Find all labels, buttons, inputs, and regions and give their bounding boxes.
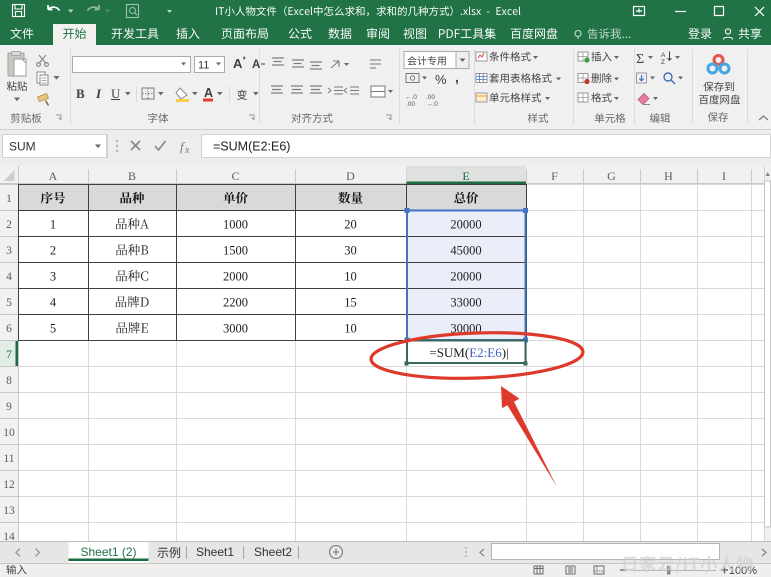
svg-text:11: 11 <box>198 60 209 72</box>
svg-text:=SUM(E2:E6)|: =SUM(E2:E6)| <box>429 345 508 360</box>
svg-text:,: , <box>455 69 459 85</box>
svg-text:20000: 20000 <box>450 270 481 284</box>
svg-text:B: B <box>128 169 136 183</box>
svg-text:5: 5 <box>50 322 56 336</box>
svg-text:45000: 45000 <box>450 244 481 258</box>
svg-text:5: 5 <box>6 297 12 309</box>
svg-text:=SUM(E2:E6): =SUM(E2:E6) <box>213 140 290 154</box>
svg-text:15: 15 <box>344 296 357 310</box>
svg-text:A: A <box>252 59 260 71</box>
svg-text:2: 2 <box>6 219 12 231</box>
svg-text:%: % <box>435 72 447 87</box>
svg-text:4: 4 <box>50 296 57 310</box>
svg-text:A: A <box>204 86 213 100</box>
svg-text:10: 10 <box>3 427 15 439</box>
svg-text:1: 1 <box>6 193 12 205</box>
svg-text:Sheet1 (2): Sheet1 (2) <box>80 545 136 559</box>
svg-text:12: 12 <box>3 479 15 491</box>
svg-text:A: A <box>233 56 243 71</box>
svg-text:I: I <box>722 169 726 183</box>
svg-text:Σ: Σ <box>636 52 644 67</box>
svg-text:G: G <box>607 169 616 183</box>
svg-text:20000: 20000 <box>450 218 481 232</box>
svg-text:3: 3 <box>50 270 56 284</box>
svg-text:1500: 1500 <box>223 244 248 258</box>
svg-text:x: x <box>184 145 190 156</box>
svg-text:10: 10 <box>344 322 357 336</box>
svg-text:C: C <box>231 169 239 183</box>
svg-text:20: 20 <box>344 218 357 232</box>
svg-text:←.0: ←.0 <box>405 94 417 101</box>
svg-text:A: A <box>49 169 58 183</box>
svg-text:6: 6 <box>6 323 12 335</box>
svg-text:10: 10 <box>344 270 357 284</box>
svg-text:D: D <box>346 169 355 183</box>
svg-text:Sheet1: Sheet1 <box>196 545 234 559</box>
svg-text:.00: .00 <box>406 101 415 108</box>
svg-text:4: 4 <box>6 271 12 283</box>
svg-text:A: A <box>661 52 666 59</box>
svg-text:2000: 2000 <box>223 270 248 284</box>
svg-text:3000: 3000 <box>223 322 248 336</box>
svg-text:1: 1 <box>50 218 56 232</box>
svg-text:13: 13 <box>3 505 15 517</box>
svg-text:2200: 2200 <box>223 296 248 310</box>
svg-text:SUM: SUM <box>9 140 36 154</box>
svg-text:I: I <box>95 86 102 101</box>
svg-text:Z: Z <box>661 59 665 66</box>
svg-text:11: 11 <box>3 453 14 465</box>
svg-text:7: 7 <box>6 349 12 361</box>
svg-text:F: F <box>551 169 558 183</box>
svg-text:B: B <box>76 86 85 101</box>
svg-text:.00: .00 <box>426 94 435 101</box>
svg-text:E: E <box>462 169 469 183</box>
svg-text:3: 3 <box>6 245 12 257</box>
svg-text:8: 8 <box>6 375 12 387</box>
svg-text:33000: 33000 <box>450 296 481 310</box>
svg-text:→.0: →.0 <box>426 101 438 108</box>
svg-text:2: 2 <box>50 244 56 258</box>
svg-text:30: 30 <box>344 244 357 258</box>
svg-text:H: H <box>664 169 673 183</box>
svg-text:9: 9 <box>6 401 12 413</box>
svg-text:1000: 1000 <box>223 218 248 232</box>
svg-text:Sheet2: Sheet2 <box>254 545 292 559</box>
svg-text:U: U <box>111 86 121 101</box>
